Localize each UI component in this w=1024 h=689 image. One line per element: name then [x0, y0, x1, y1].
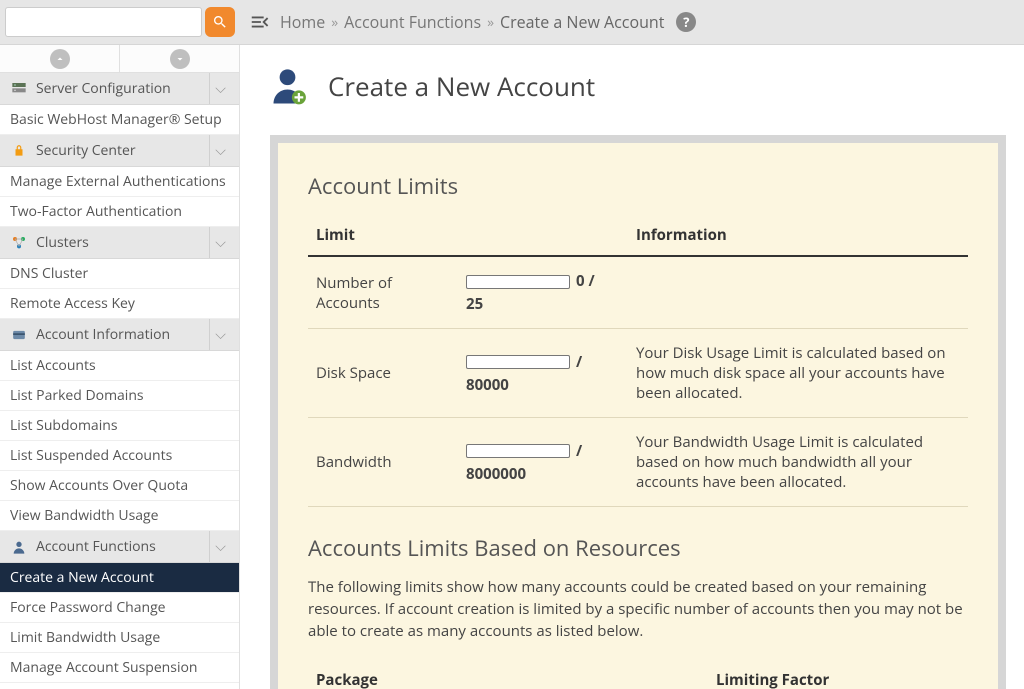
- help-icon[interactable]: ?: [676, 12, 696, 32]
- bandwidth-usage: /: [576, 441, 582, 461]
- nav-item-limit-bandwidth[interactable]: Limit Bandwidth Usage: [0, 623, 239, 653]
- page-title: Create a New Account: [328, 68, 595, 104]
- breadcrumb-section[interactable]: Account Functions: [344, 11, 481, 33]
- chevron-down-icon: ⌵: [209, 227, 231, 258]
- main-content: Create a New Account Account Limits Limi…: [240, 45, 1024, 689]
- breadcrumb-separator: »: [331, 13, 338, 32]
- limit-info: [628, 256, 968, 329]
- nav-item-list-subdomains[interactable]: List Subdomains: [0, 411, 239, 441]
- resources-table: Package Limiting Factor: [308, 660, 968, 689]
- nav-item-basic-setup[interactable]: Basic WebHost Manager® Setup: [0, 105, 239, 135]
- limit-label: Disk Space: [308, 329, 458, 418]
- search-input[interactable]: [5, 7, 202, 37]
- accounts-usage: 0 /: [576, 271, 595, 291]
- nav-group-security-center[interactable]: Security Center ⌵: [0, 135, 239, 167]
- cluster-icon: [10, 234, 28, 252]
- nav-item-bandwidth-usage[interactable]: View Bandwidth Usage: [0, 501, 239, 531]
- nav-item-dns-cluster[interactable]: DNS Cluster: [0, 259, 239, 289]
- limit-info: Your Bandwidth Usage Limit is calculated…: [628, 418, 968, 507]
- accounts-max: 25: [466, 294, 620, 314]
- nav-group-label: Server Configuration: [36, 79, 171, 98]
- chevron-down-icon: ⌵: [209, 531, 231, 562]
- breadcrumb-current: Create a New Account: [500, 11, 664, 33]
- nav-item-manage-suspension[interactable]: Manage Account Suspension: [0, 653, 239, 683]
- nav-item-force-password-change[interactable]: Force Password Change: [0, 593, 239, 623]
- search-icon: [212, 14, 228, 30]
- nav-item-manage-external-auth[interactable]: Manage External Authentications: [0, 167, 239, 197]
- bandwidth-meter: [466, 444, 570, 458]
- col-limit: Limit: [308, 215, 458, 256]
- nav-group-clusters[interactable]: Clusters ⌵: [0, 227, 239, 259]
- disk-max: 80000: [466, 375, 620, 395]
- nav-item-list-accounts[interactable]: List Accounts: [0, 351, 239, 381]
- lock-icon: [10, 142, 28, 160]
- chevron-up-icon: [54, 53, 66, 65]
- menu-collapse-icon: [249, 11, 271, 33]
- disk-usage: /: [576, 352, 582, 372]
- nav-group-label: Account Information: [36, 325, 170, 344]
- nav-group-account-functions[interactable]: Account Functions ⌵: [0, 531, 239, 563]
- sidebar-scroll-controls: [0, 45, 239, 73]
- nav-group-label: Clusters: [36, 233, 89, 252]
- nav-item-list-parked-domains[interactable]: List Parked Domains: [0, 381, 239, 411]
- limit-label: Number of Accounts: [308, 256, 458, 329]
- breadcrumb: Home » Account Functions » Create a New …: [280, 11, 696, 33]
- limit-label: Bandwidth: [308, 418, 458, 507]
- page-header: Create a New Account: [270, 65, 1006, 107]
- account-limits-title: Account Limits: [308, 171, 968, 201]
- topbar: Home » Account Functions » Create a New …: [0, 0, 1024, 45]
- nav-item-create-account[interactable]: Create a New Account: [0, 563, 239, 593]
- sidebar-scroll-up[interactable]: [0, 45, 120, 72]
- sidebar: Server Configuration ⌵ Basic WebHost Man…: [0, 45, 240, 689]
- user-icon: [10, 538, 28, 556]
- search-container: [0, 0, 240, 45]
- content-panel: Account Limits Limit Information Number …: [270, 135, 1006, 689]
- bandwidth-max: 8000000: [466, 464, 620, 484]
- nav-group-account-information[interactable]: Account Information ⌵: [0, 319, 239, 351]
- chevron-down-icon: ⌵: [209, 73, 231, 104]
- limit-info: Your Disk Usage Limit is calculated base…: [628, 329, 968, 418]
- nav-group-label: Account Functions: [36, 537, 156, 556]
- nav-item-list-suspended[interactable]: List Suspended Accounts: [0, 441, 239, 471]
- limit-row-bandwidth: Bandwidth / 8000000 Your Bandwidth Usage…: [308, 418, 968, 507]
- chevron-down-icon: [174, 53, 186, 65]
- sidebar-collapse-button[interactable]: [240, 0, 280, 45]
- resources-section-title: Accounts Limits Based on Resources: [308, 533, 968, 563]
- limit-row-accounts: Number of Accounts 0 / 25: [308, 256, 968, 329]
- chevron-down-icon: ⌵: [209, 319, 231, 350]
- account-limits-table: Limit Information Number of Accounts 0 /…: [308, 215, 968, 507]
- chevron-down-icon: ⌵: [209, 135, 231, 166]
- nav-group-label: Security Center: [36, 141, 136, 160]
- limit-row-disk: Disk Space / 80000 Your Disk Usage Limit…: [308, 329, 968, 418]
- server-icon: [10, 80, 28, 98]
- col-limiting-factor: Limiting Factor: [708, 660, 968, 689]
- accounts-meter: [466, 275, 570, 289]
- card-icon: [10, 326, 28, 344]
- breadcrumb-separator: »: [487, 13, 494, 32]
- search-button[interactable]: [205, 7, 235, 37]
- nav-group-server-configuration[interactable]: Server Configuration ⌵: [0, 73, 239, 105]
- nav-item-remote-access-key[interactable]: Remote Access Key: [0, 289, 239, 319]
- disk-meter: [466, 355, 570, 369]
- nav-item-over-quota[interactable]: Show Accounts Over Quota: [0, 471, 239, 501]
- nav-item-two-factor-auth[interactable]: Two-Factor Authentication: [0, 197, 239, 227]
- col-package: Package: [308, 660, 708, 689]
- resources-section-description: The following limits show how many accou…: [308, 577, 968, 642]
- sidebar-scroll-down[interactable]: [120, 45, 239, 72]
- col-information: Information: [628, 215, 968, 256]
- create-account-icon: [270, 65, 312, 107]
- breadcrumb-home[interactable]: Home: [280, 11, 325, 33]
